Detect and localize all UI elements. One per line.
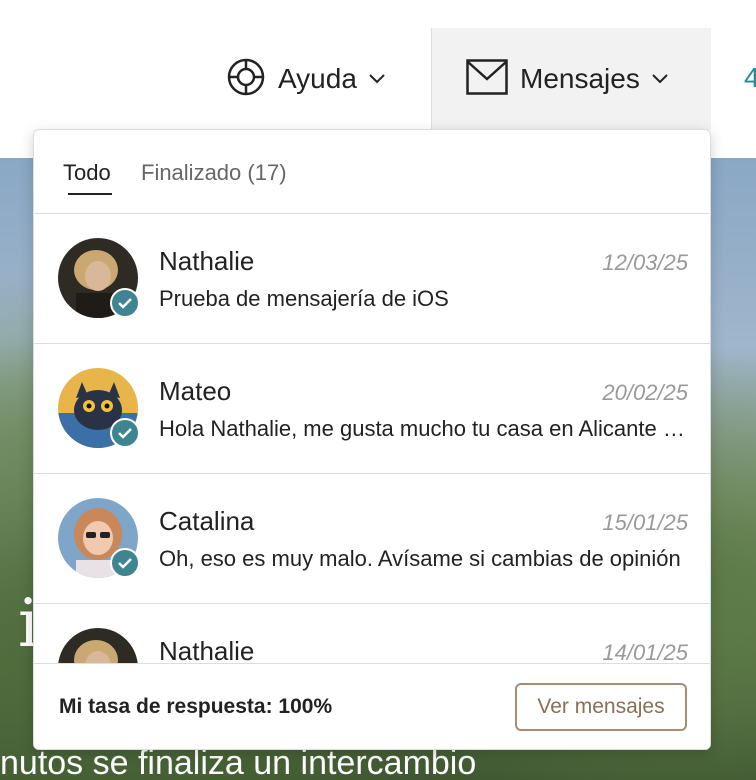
- active-tab-indicator: [68, 193, 112, 195]
- help-menu-label: Ayuda: [278, 63, 357, 94]
- contact-name: Mateo: [159, 376, 232, 406]
- messages-dropdown-panel: Todo Finalizado (17) Nathalie 12/03/25 P…: [33, 129, 711, 750]
- avatar: [58, 628, 138, 666]
- messages-menu-button[interactable]: Mensajes: [466, 58, 668, 100]
- verified-check-icon: [110, 418, 140, 448]
- message-date: 15/01/25: [602, 510, 688, 535]
- message-preview: Oh, eso es muy malo. Avísame si cambias …: [159, 546, 681, 571]
- list-item[interactable]: Catalina 15/01/25 Oh, eso es muy malo. A…: [34, 474, 710, 604]
- nav-item-partial[interactable]: 4: [744, 62, 756, 94]
- chevron-down-icon: [369, 71, 385, 89]
- tab-finalizado[interactable]: Finalizado (17): [141, 160, 287, 186]
- lifebuoy-icon: [226, 57, 266, 102]
- list-item[interactable]: Nathalie 12/03/25 Prueba de mensajería d…: [34, 214, 710, 344]
- message-date: 20/02/25: [602, 380, 688, 405]
- message-preview: Prueba de mensajería de iOS: [159, 286, 449, 311]
- chevron-down-icon: [652, 71, 668, 89]
- messages-menu-label: Mensajes: [520, 63, 640, 94]
- message-preview: Hola Nathalie, me gusta mucho tu casa en…: [159, 416, 687, 441]
- verified-check-icon: [110, 548, 140, 578]
- help-menu-button[interactable]: Ayuda: [226, 58, 385, 100]
- list-item[interactable]: Nathalie 14/01/25: [34, 604, 710, 666]
- tab-todo[interactable]: Todo: [63, 160, 111, 186]
- envelope-icon: [466, 58, 508, 100]
- message-date: 12/03/25: [602, 250, 688, 275]
- response-rate: Mi tasa de respuesta: 100%: [59, 695, 333, 718]
- view-messages-button[interactable]: Ver mensajes: [515, 683, 687, 731]
- verified-check-icon: [110, 288, 140, 318]
- message-list[interactable]: Nathalie 12/03/25 Prueba de mensajería d…: [34, 214, 710, 666]
- panel-footer: Mi tasa de respuesta: 100% Ver mensajes: [34, 663, 710, 749]
- list-item[interactable]: Mateo 20/02/25 Hola Nathalie, me gusta m…: [34, 344, 710, 474]
- contact-name: Catalina: [159, 506, 255, 536]
- message-tabs: Todo Finalizado (17): [34, 130, 710, 214]
- contact-name: Nathalie: [159, 246, 255, 276]
- contact-name: Nathalie: [159, 636, 255, 666]
